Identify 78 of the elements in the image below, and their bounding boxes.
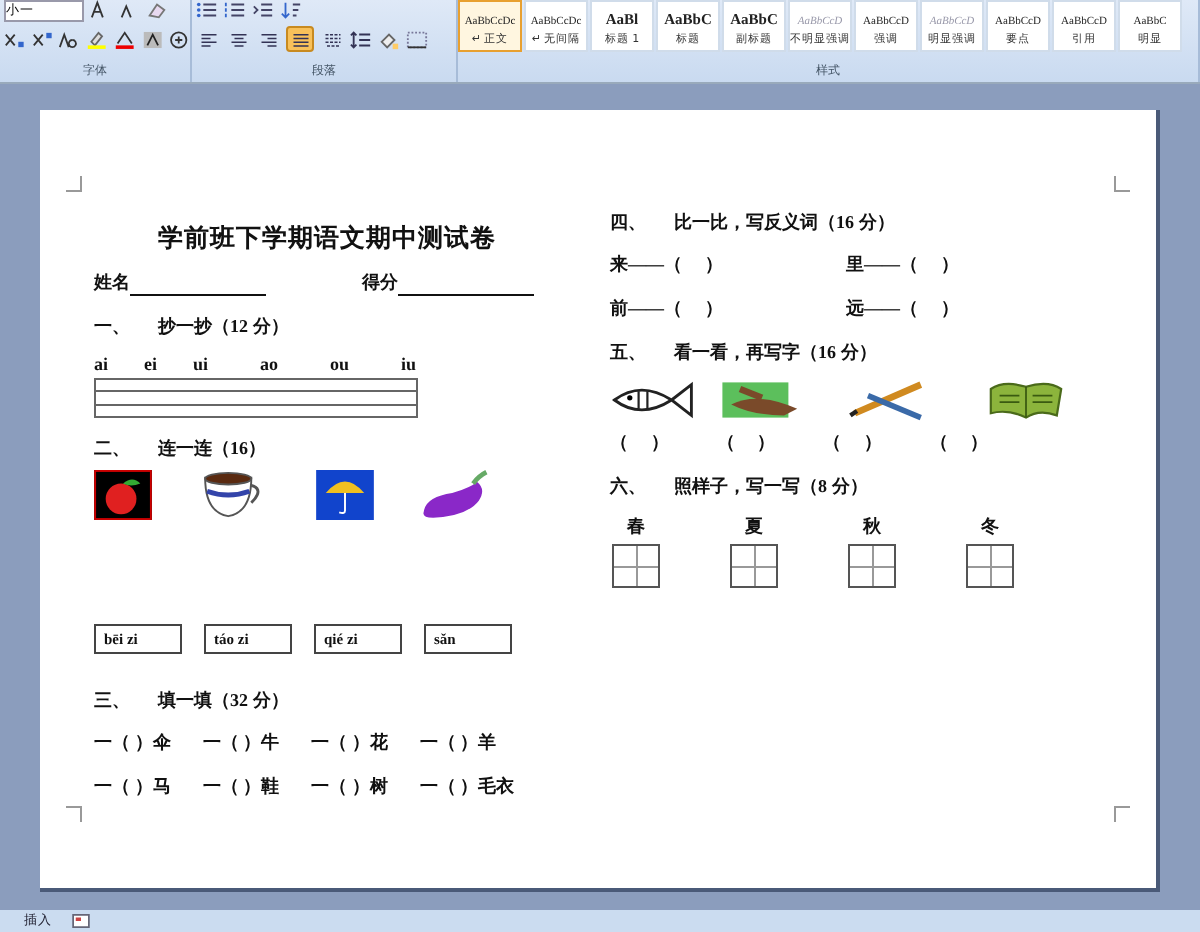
writing-grid (730, 544, 778, 588)
answer-blank: （ ） (716, 430, 775, 456)
section-heading: 填一填（32 分） (158, 687, 289, 713)
section-number: 四、 (610, 209, 642, 235)
align-icon (323, 31, 341, 47)
sample-character: 冬 (981, 514, 999, 538)
numbering-icon[interactable] (224, 0, 246, 20)
align-icon (199, 31, 217, 47)
sample-character: 夏 (745, 514, 763, 538)
section-number: 一、 (94, 313, 126, 339)
shading-icon[interactable] (378, 29, 400, 49)
bullets-icon[interactable] (196, 0, 218, 20)
sample-character: 秋 (863, 514, 881, 538)
crop-mark (66, 806, 82, 822)
crop-mark (66, 176, 82, 192)
align-button[interactable] (196, 28, 220, 50)
align-icon (229, 31, 247, 47)
crop-mark (1114, 176, 1130, 192)
answer-blank: （ ） (823, 430, 882, 456)
name-label: 姓名 (94, 270, 130, 296)
answer-blank: （ ） (610, 430, 669, 456)
highlight-icon[interactable] (86, 29, 108, 49)
fill-in-item: 一（ ）毛衣 (419, 774, 514, 800)
section-heading: 连一连（16） (158, 435, 266, 461)
fish-picture (610, 378, 698, 422)
antonym-item: 远——（ ） (846, 296, 961, 322)
section-heading: 比一比，写反义词（16 分） (674, 209, 895, 235)
fill-in-item: 一（ ）牛 (202, 730, 279, 756)
crop-mark (1114, 806, 1130, 822)
writing-grid (612, 544, 660, 588)
indent-icon[interactable] (252, 0, 274, 20)
align-button[interactable] (256, 28, 280, 50)
document-title: 学前班下学期语文期中测试卷 (156, 222, 498, 256)
pinyin-text: ao (260, 354, 279, 376)
section-heading: 照样子，写一写（8 分） (674, 473, 868, 499)
align-icon (291, 31, 309, 47)
font-color-icon[interactable] (113, 29, 136, 49)
tomato-picture (94, 470, 152, 520)
section-heading: 看一看，再写字（16 分） (674, 339, 877, 365)
align-button[interactable] (286, 26, 314, 52)
pinyin-text: ei (144, 354, 158, 376)
clear-format-icon[interactable] (146, 0, 168, 20)
sort-icon[interactable] (280, 0, 302, 20)
enclosed-char-icon[interactable] (168, 29, 191, 49)
antonym-item: 前——（ ） (610, 296, 725, 322)
fill-in-item: 一（ ）花 (311, 730, 388, 756)
sample-character: 春 (627, 514, 645, 538)
writing-grid (966, 544, 1014, 588)
pinyin-text: iu (401, 354, 417, 376)
char-shading-icon[interactable] (141, 29, 163, 49)
macro-icon[interactable] (72, 914, 90, 928)
subscript-icon[interactable] (4, 29, 26, 49)
section-number: 五、 (610, 339, 642, 365)
line-spacing-icon[interactable] (350, 29, 372, 49)
fill-in-item: 一（ ）伞 (94, 730, 171, 756)
section-number: 二、 (94, 435, 126, 461)
antonym-item: 里——（ ） (846, 252, 961, 278)
answer-blank: （ ） (929, 430, 988, 456)
pinyin-text: ui (193, 354, 209, 376)
pinyin-text: ai (94, 354, 109, 376)
align-icon (259, 31, 277, 47)
fill-in-item: 一（ ）羊 (419, 730, 496, 756)
writing-grid (848, 544, 896, 588)
superscript-icon[interactable] (31, 29, 53, 49)
fill-in-item: 一（ ）马 (94, 774, 171, 800)
align-button[interactable] (320, 28, 344, 50)
umbrella-picture (316, 470, 374, 520)
fill-in-item: 一（ ）鞋 (202, 774, 279, 800)
section-number: 三、 (94, 687, 126, 713)
change-case-icon[interactable] (58, 29, 81, 49)
section-heading: 抄一抄（12 分） (158, 313, 289, 339)
align-button[interactable] (226, 28, 250, 50)
pinyin-text: ou (330, 354, 350, 376)
antonym-item: 来——（ ） (610, 252, 725, 278)
score-label: 得分 (362, 270, 398, 296)
borders-icon[interactable] (406, 29, 428, 49)
fill-in-item: 一（ ）树 (311, 774, 388, 800)
section-number: 六、 (610, 473, 642, 499)
